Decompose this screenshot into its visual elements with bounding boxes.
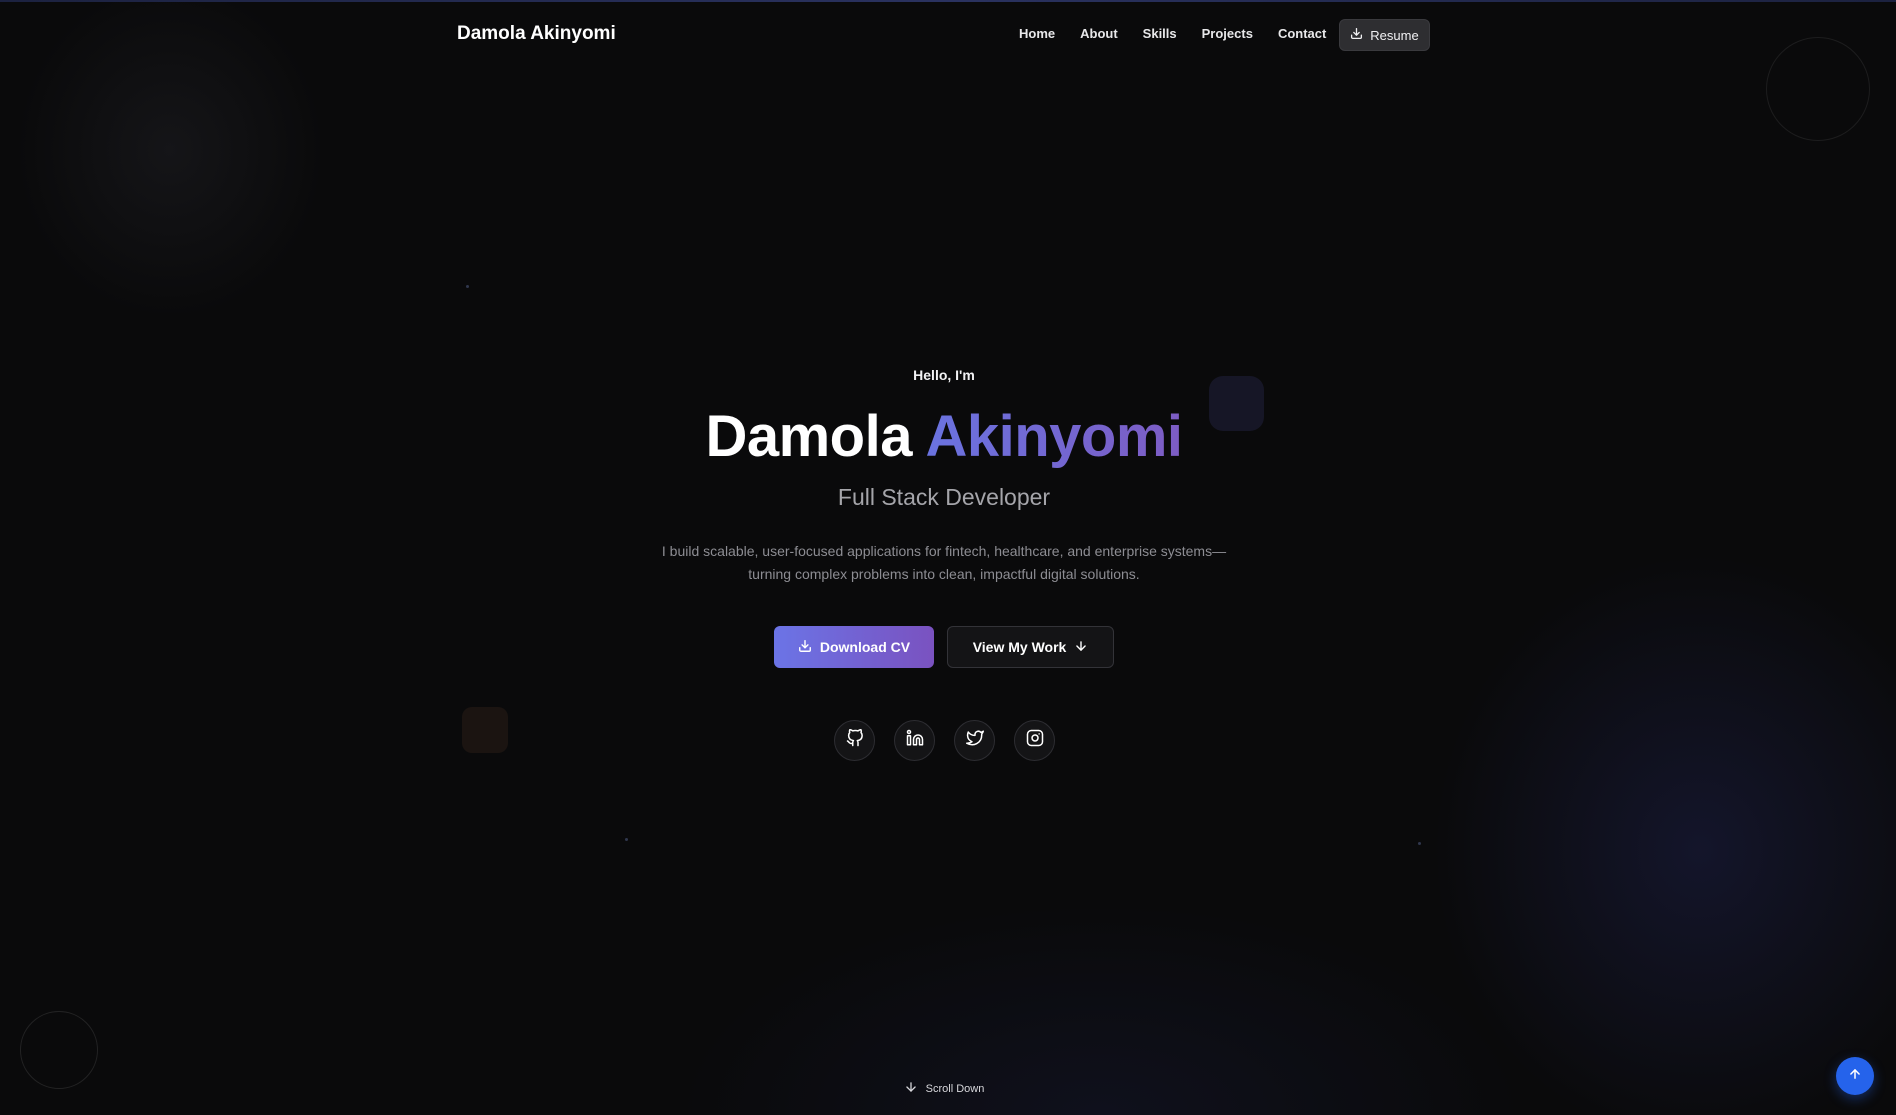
nav-links: Home About Skills Projects Contact bbox=[1019, 26, 1351, 41]
resume-label: Resume bbox=[1370, 27, 1419, 43]
hero-role: Full Stack Developer bbox=[837, 484, 1051, 510]
hero-bio-line: turning complex problems into clean, imp… bbox=[748, 566, 1140, 582]
scroll-down-label: Scroll Down bbox=[925, 1082, 985, 1095]
decorative-square bbox=[462, 707, 508, 753]
linkedin-icon bbox=[906, 729, 924, 752]
arrow-down-icon bbox=[904, 1080, 918, 1097]
cta-row: Download CV View My Work bbox=[774, 626, 1114, 668]
hero-name: Damola Akinyomi bbox=[0, 404, 1888, 470]
download-cv-label: Download CV bbox=[819, 639, 911, 655]
nav-link-projects[interactable]: Projects bbox=[1202, 26, 1253, 41]
linkedin-link[interactable] bbox=[894, 720, 935, 761]
instagram-icon bbox=[1026, 729, 1044, 752]
hero-greeting: Hello, I'm bbox=[913, 367, 975, 383]
decorative-dot bbox=[1418, 842, 1421, 845]
nav-link-about[interactable]: About bbox=[1080, 26, 1118, 41]
hero-bio: I build scalable, user-focused applicati… bbox=[644, 540, 1244, 586]
brand-logo[interactable]: Damola Akinyomi bbox=[457, 23, 616, 45]
resume-button[interactable]: Resume bbox=[1339, 19, 1430, 51]
twitter-link[interactable] bbox=[954, 720, 995, 761]
scroll-down-link[interactable]: Scroll Down bbox=[0, 1080, 1888, 1097]
back-to-top-button[interactable] bbox=[1836, 1057, 1874, 1095]
navbar: Damola Akinyomi Home About Skills Projec… bbox=[0, 0, 1896, 70]
download-cv-button[interactable]: Download CV bbox=[774, 626, 934, 668]
instagram-link[interactable] bbox=[1014, 720, 1055, 761]
github-link[interactable] bbox=[834, 720, 875, 761]
nav-link-contact[interactable]: Contact bbox=[1278, 26, 1326, 41]
decorative-circle bbox=[20, 1011, 98, 1089]
page: Damola Akinyomi Home About Skills Projec… bbox=[0, 0, 1896, 1115]
social-links bbox=[834, 720, 1055, 761]
decorative-dot bbox=[625, 838, 628, 841]
nav-link-skills[interactable]: Skills bbox=[1143, 26, 1177, 41]
hero-name-first: Damola bbox=[705, 404, 912, 469]
view-my-work-label: View My Work bbox=[972, 639, 1067, 655]
arrow-up-icon bbox=[1848, 1067, 1862, 1086]
github-icon bbox=[846, 728, 864, 752]
decorative-dot bbox=[466, 285, 469, 288]
view-my-work-button[interactable]: View My Work bbox=[947, 626, 1114, 668]
download-icon bbox=[1350, 27, 1363, 43]
arrow-down-icon bbox=[1074, 639, 1088, 656]
download-icon bbox=[798, 639, 812, 656]
hero-bio-line: I build scalable, user-focused applicati… bbox=[661, 543, 1227, 559]
twitter-icon bbox=[965, 729, 984, 752]
nav-link-home[interactable]: Home bbox=[1019, 26, 1055, 41]
hero-name-last: Akinyomi bbox=[925, 404, 1183, 469]
